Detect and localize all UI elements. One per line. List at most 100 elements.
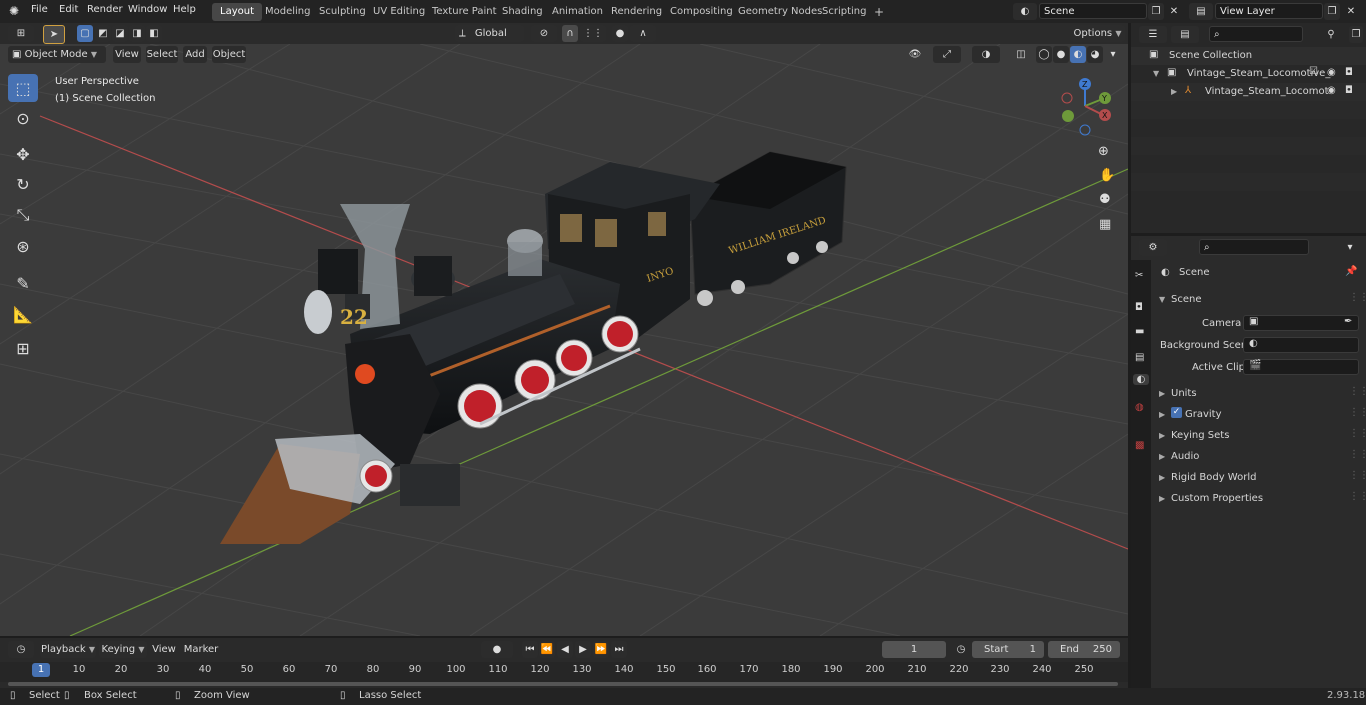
menu-render[interactable]: Render — [87, 4, 123, 15]
blender-logo-icon[interactable]: ✺ — [9, 4, 19, 18]
panel-gravity[interactable]: ▶ ✓ Gravity ⋮⋮ — [1151, 407, 1366, 425]
pan-hand-icon[interactable]: ✋ — [1099, 168, 1115, 183]
solid-shading-icon[interactable]: ● — [1053, 46, 1069, 63]
proportional-edit-icon[interactable]: ● — [612, 25, 628, 42]
3d-viewport[interactable]: WILLIAM IRELAND INYO 22 User Perspective… — [0, 44, 1128, 636]
tab-modeling[interactable]: Modeling — [257, 3, 319, 21]
select-new-icon[interactable]: ▢ — [77, 25, 93, 42]
jump-keyframe-forward-icon[interactable]: ⏩ — [593, 641, 609, 658]
view-layer-icon[interactable]: ▤ — [1189, 3, 1213, 20]
properties-search-input[interactable]: ⌕ — [1199, 239, 1309, 255]
tool-rotate[interactable]: ↻ — [8, 170, 38, 198]
tool-measure[interactable]: 📐 — [8, 300, 38, 328]
playback-menu[interactable]: Playback ▼ — [40, 641, 96, 658]
panel-custom-properties[interactable]: ▶ Custom Properties ⋮⋮ — [1151, 491, 1366, 509]
timeline-scrollbar[interactable] — [8, 682, 1118, 686]
texture-tab-icon[interactable]: ▩ — [1135, 440, 1144, 451]
zoom-icon[interactable]: ⊕ — [1098, 144, 1109, 159]
close-scene-icon[interactable]: ✕ — [1166, 3, 1182, 20]
select-invert-icon[interactable]: ◨ — [129, 25, 145, 42]
drag-handle-icon[interactable]: ⋮⋮ — [1349, 428, 1366, 439]
auto-keying-icon[interactable]: ● — [481, 641, 513, 658]
current-frame-field[interactable]: 1 — [882, 641, 946, 658]
eye-icon[interactable]: ◉ — [1327, 67, 1336, 78]
drag-handle-icon[interactable]: ⋮⋮ — [1349, 292, 1366, 303]
outliner-row-collection[interactable]: ▼ ▣ Vintage_Steam_Locomotive_ ☑ ◉ ◘ — [1131, 65, 1366, 83]
outliner-editor-type-icon[interactable]: ☰ — [1139, 26, 1167, 43]
tab-layout[interactable]: Layout — [212, 3, 262, 21]
render-tab-icon[interactable]: ◘ — [1135, 302, 1143, 313]
jump-end-icon[interactable]: ⏭ — [611, 641, 627, 658]
new-collection-icon[interactable]: ❐ — [1349, 26, 1363, 43]
preview-range-icon[interactable]: ◷ — [953, 641, 969, 658]
navigation-gizmo[interactable]: Z Y X — [1055, 76, 1121, 138]
tool-settings-tab-icon[interactable]: ✂ — [1135, 270, 1143, 281]
new-scene-icon[interactable]: ❐ — [1148, 3, 1164, 20]
view-layer-field[interactable]: View Layer — [1215, 3, 1323, 19]
display-mode-icon[interactable]: ▤ — [1171, 26, 1199, 43]
pin-icon[interactable]: 📌 — [1345, 266, 1357, 277]
tool-add-cube[interactable]: ⊞ — [8, 334, 38, 362]
panel-units[interactable]: ▶ Units ⋮⋮ — [1151, 386, 1366, 404]
jump-keyframe-back-icon[interactable]: ⏪ — [539, 641, 555, 658]
falloff-icon[interactable]: ∧ — [630, 25, 656, 42]
properties-options-icon[interactable]: ▾ — [1341, 239, 1359, 256]
tool-move[interactable]: ✥ — [8, 140, 38, 168]
play-icon[interactable]: ▶ — [575, 641, 591, 658]
scene-tab-icon[interactable]: ◐ — [1133, 374, 1149, 385]
viewport-menu-select[interactable]: Select — [146, 46, 178, 63]
menu-edit[interactable]: Edit — [59, 4, 78, 15]
options-dropdown[interactable]: Options ▼ — [1070, 25, 1125, 42]
select-extend-icon[interactable]: ◩ — [95, 25, 111, 42]
timeline-editor-type-icon[interactable]: ◷ — [8, 641, 34, 658]
tab-rendering[interactable]: Rendering — [603, 3, 670, 21]
tool-annotate[interactable]: ✎ — [8, 269, 38, 297]
drag-handle-icon[interactable]: ⋮⋮ — [1349, 449, 1366, 460]
material-shading-icon[interactable]: ◐ — [1070, 46, 1086, 63]
select-intersect-icon[interactable]: ◧ — [146, 25, 162, 42]
end-frame-field[interactable]: End 250 — [1048, 641, 1120, 658]
visibility-icon[interactable]: 👁 — [902, 46, 928, 63]
drag-handle-icon[interactable]: ⋮⋮ — [1349, 407, 1366, 418]
xray-icon[interactable]: ◫ — [1013, 46, 1029, 63]
menu-file[interactable]: File — [31, 4, 48, 15]
close-view-layer-icon[interactable]: ✕ — [1343, 3, 1359, 20]
pivot-point-icon[interactable]: ⊘ — [531, 25, 557, 42]
viewport-menu-object[interactable]: Object — [212, 46, 246, 63]
tab-animation[interactable]: Animation — [544, 3, 611, 21]
editor-type-icon[interactable]: ⊞ — [8, 25, 34, 42]
background-scene-field[interactable] — [1243, 337, 1359, 353]
wireframe-shading-icon[interactable]: ◯ — [1036, 46, 1052, 63]
filter-icon[interactable]: ⚲ — [1317, 26, 1345, 43]
output-tab-icon[interactable]: ▬ — [1135, 326, 1144, 337]
outliner-row-scene-collection[interactable]: ▣ Scene Collection — [1131, 47, 1366, 65]
gizmo-toggle-icon[interactable]: ⤢ — [933, 46, 961, 63]
drag-handle-icon[interactable]: ⋮⋮ — [1349, 491, 1366, 502]
exclude-checkbox-icon[interactable]: ☑ — [1309, 66, 1318, 77]
viewport-menu-add[interactable]: Add — [183, 46, 207, 63]
drag-handle-icon[interactable]: ⋮⋮ — [1349, 386, 1366, 397]
expand-arrow-icon[interactable]: ▶ — [1171, 87, 1177, 96]
snap-icon[interactable]: ∩ — [562, 25, 578, 42]
select-subtract-icon[interactable]: ◪ — [112, 25, 128, 42]
rendered-shading-icon[interactable]: ◕ — [1087, 46, 1103, 63]
drag-handle-icon[interactable]: ⋮⋮ — [1349, 470, 1366, 481]
snap-target-icon[interactable]: ⋮⋮ — [580, 25, 606, 42]
outliner-search-input[interactable]: ⌕ — [1209, 26, 1303, 42]
menu-window[interactable]: Window — [128, 4, 167, 15]
select-tool-icon[interactable]: ➤ — [43, 25, 65, 44]
menu-help[interactable]: Help — [173, 4, 196, 15]
camera-render-icon[interactable]: ◘ — [1345, 85, 1353, 96]
tab-uv-editing[interactable]: UV Editing — [365, 3, 433, 21]
perspective-toggle-icon[interactable]: ▦ — [1099, 217, 1111, 232]
overlay-toggle-icon[interactable]: ◑ — [972, 46, 1000, 63]
viewport-menu-view[interactable]: View — [113, 46, 141, 63]
tool-cursor[interactable]: ⊙ — [8, 104, 38, 132]
start-frame-field[interactable]: Start 1 — [972, 641, 1044, 658]
camera-field[interactable] — [1243, 315, 1359, 331]
tool-select-box[interactable]: ⬚ — [8, 74, 38, 102]
shading-options-icon[interactable]: ▾ — [1105, 46, 1121, 63]
tab-shading[interactable]: Shading — [494, 3, 551, 21]
tool-scale[interactable]: ⤡ — [8, 201, 38, 229]
expand-arrow-icon[interactable]: ▼ — [1153, 69, 1159, 78]
